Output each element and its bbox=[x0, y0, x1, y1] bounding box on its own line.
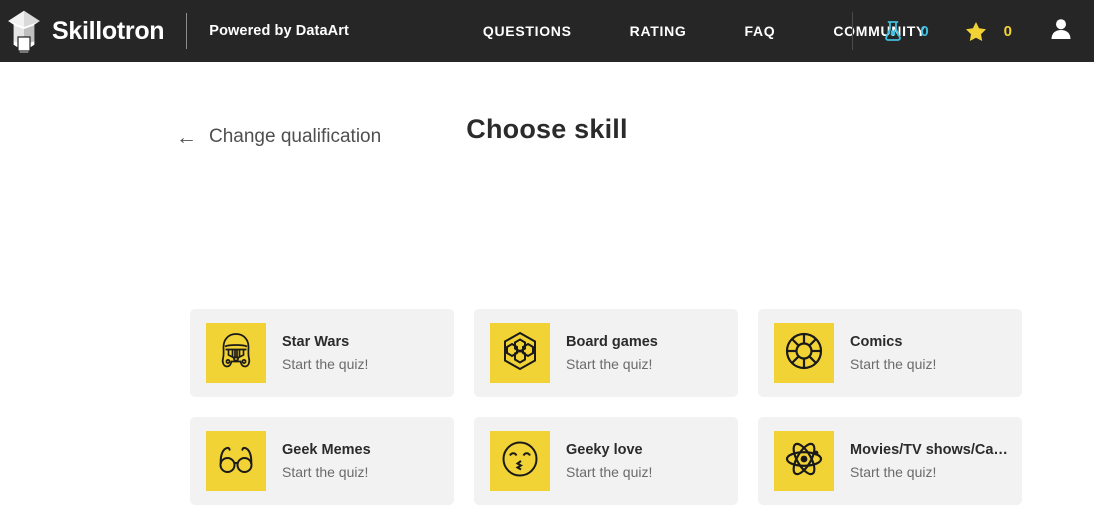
card-title: Comics bbox=[850, 334, 903, 350]
header-right-divider bbox=[852, 12, 854, 50]
skill-card-grid: Star Wars Start the quiz! Board games St… bbox=[190, 309, 1022, 516]
user-avatar-icon bbox=[1048, 16, 1074, 47]
card-text-block: Movies/TV shows/Ca… Start the quiz! bbox=[850, 442, 1008, 480]
honeycomb-hexagon-icon bbox=[499, 330, 541, 377]
flask-counter[interactable]: 0 bbox=[883, 20, 929, 42]
card-title: Board games bbox=[566, 334, 658, 350]
skill-card-comics[interactable]: Comics Start the quiz! bbox=[758, 309, 1022, 397]
site-header: Skillotron Powered by DataArt QUESTIONS … bbox=[0, 0, 1094, 62]
nav-item-faq[interactable]: FAQ bbox=[744, 23, 775, 39]
card-icon-tile bbox=[490, 323, 550, 383]
star-counter[interactable]: 0 bbox=[965, 21, 1012, 42]
star-count-value: 0 bbox=[1003, 22, 1012, 40]
card-title: Star Wars bbox=[282, 334, 350, 350]
atom-icon bbox=[783, 438, 825, 485]
card-title: Movies/TV shows/Ca… bbox=[850, 442, 1008, 458]
card-text-block: Star Wars Start the quiz! bbox=[282, 334, 368, 372]
card-text-block: Board games Start the quiz! bbox=[566, 334, 658, 372]
stormtrooper-helmet-icon bbox=[215, 330, 257, 377]
card-subtitle: Start the quiz! bbox=[850, 464, 937, 480]
header-right-cluster: 0 0 bbox=[852, 0, 1094, 62]
skill-card-movies-tv-shows[interactable]: Movies/TV shows/Ca… Start the quiz! bbox=[758, 417, 1022, 505]
skillotron-logo-icon bbox=[4, 7, 44, 55]
card-subtitle: Start the quiz! bbox=[566, 356, 653, 372]
page-topbar: ← Change qualification Choose skill bbox=[0, 106, 1094, 176]
card-subtitle: Start the quiz! bbox=[282, 464, 369, 480]
skill-card-geeky-love[interactable]: Geeky love Start the quiz! bbox=[474, 417, 738, 505]
page-title: Choose skill bbox=[466, 114, 628, 144]
flask-count-value: 0 bbox=[920, 22, 929, 40]
card-text-block: Geek Memes Start the quiz! bbox=[282, 442, 371, 480]
card-subtitle: Start the quiz! bbox=[282, 356, 369, 372]
card-icon-tile bbox=[774, 431, 834, 491]
card-text-block: Geeky love Start the quiz! bbox=[566, 442, 652, 480]
card-icon-tile bbox=[206, 323, 266, 383]
brand-divider bbox=[186, 13, 188, 49]
nav-item-questions[interactable]: QUESTIONS bbox=[483, 23, 572, 39]
card-subtitle: Start the quiz! bbox=[850, 356, 937, 372]
brand-name: Skillotron bbox=[52, 16, 165, 45]
main-content: ← Change qualification Choose skill Star… bbox=[0, 106, 1094, 505]
card-icon-tile bbox=[206, 431, 266, 491]
flask-icon bbox=[883, 20, 903, 42]
shield-wheel-icon bbox=[783, 330, 825, 377]
card-title: Geeky love bbox=[566, 442, 643, 458]
skill-card-star-wars[interactable]: Star Wars Start the quiz! bbox=[190, 309, 454, 397]
card-icon-tile bbox=[774, 323, 834, 383]
nav-item-rating[interactable]: RATING bbox=[630, 23, 687, 39]
card-title: Geek Memes bbox=[282, 442, 371, 458]
powered-by-label: Powered by DataArt bbox=[209, 23, 349, 39]
skill-card-board-games[interactable]: Board games Start the quiz! bbox=[474, 309, 738, 397]
user-avatar-button[interactable] bbox=[1048, 16, 1074, 47]
card-icon-tile bbox=[490, 431, 550, 491]
skill-card-geek-memes[interactable]: Geek Memes Start the quiz! bbox=[190, 417, 454, 505]
star-icon bbox=[965, 21, 987, 42]
card-text-block: Comics Start the quiz! bbox=[850, 334, 936, 372]
kissing-face-icon bbox=[499, 438, 541, 485]
round-glasses-icon bbox=[215, 438, 257, 485]
card-subtitle: Start the quiz! bbox=[566, 464, 653, 480]
brand-logo-link[interactable]: Skillotron bbox=[0, 7, 165, 55]
